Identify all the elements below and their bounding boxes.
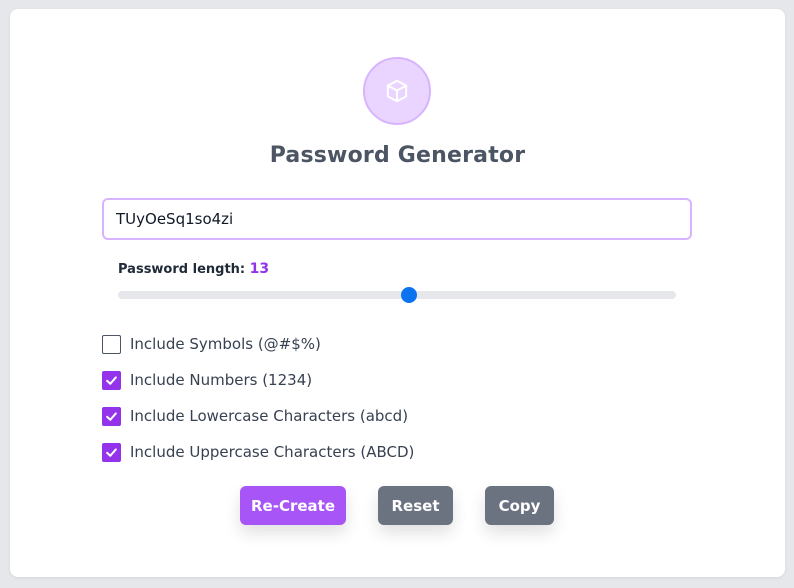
checkmark-icon — [106, 375, 117, 385]
slider-thumb[interactable] — [401, 287, 418, 303]
password-length-slider[interactable] — [118, 287, 676, 303]
options-list: Include Symbols (@#$%) Include Numbers (… — [102, 334, 414, 478]
password-output[interactable] — [102, 198, 692, 240]
option-symbols[interactable]: Include Symbols (@#$%) — [102, 334, 414, 354]
page-title: Password Generator — [269, 143, 526, 168]
logo-badge — [363, 57, 431, 125]
lowercase-checkbox[interactable] — [102, 406, 121, 426]
option-lowercase[interactable]: Include Lowercase Characters (abcd) — [102, 406, 414, 426]
checkmark-icon — [106, 447, 117, 457]
symbols-label: Include Symbols (@#$%) — [130, 335, 321, 353]
cube-icon — [386, 79, 408, 103]
uppercase-label: Include Uppercase Characters (ABCD) — [130, 443, 415, 461]
option-uppercase[interactable]: Include Uppercase Characters (ABCD) — [102, 442, 414, 462]
copy-button[interactable]: Copy — [485, 486, 554, 525]
symbols-checkbox[interactable] — [102, 334, 121, 354]
password-length-label: Password length: 13 — [118, 261, 269, 277]
numbers-checkbox[interactable] — [102, 370, 121, 390]
password-length-value: 13 — [249, 261, 270, 277]
recreate-button[interactable]: Re-Create — [240, 486, 346, 525]
password-length-text: Password length: — [118, 262, 250, 277]
generator-card: Password Generator Password length: 13 I… — [10, 9, 785, 577]
uppercase-checkbox[interactable] — [102, 442, 121, 462]
checkmark-icon — [106, 411, 117, 421]
numbers-label: Include Numbers (1234) — [130, 371, 313, 389]
option-numbers[interactable]: Include Numbers (1234) — [102, 370, 414, 390]
lowercase-label: Include Lowercase Characters (abcd) — [130, 407, 409, 425]
reset-button[interactable]: Reset — [378, 486, 453, 525]
